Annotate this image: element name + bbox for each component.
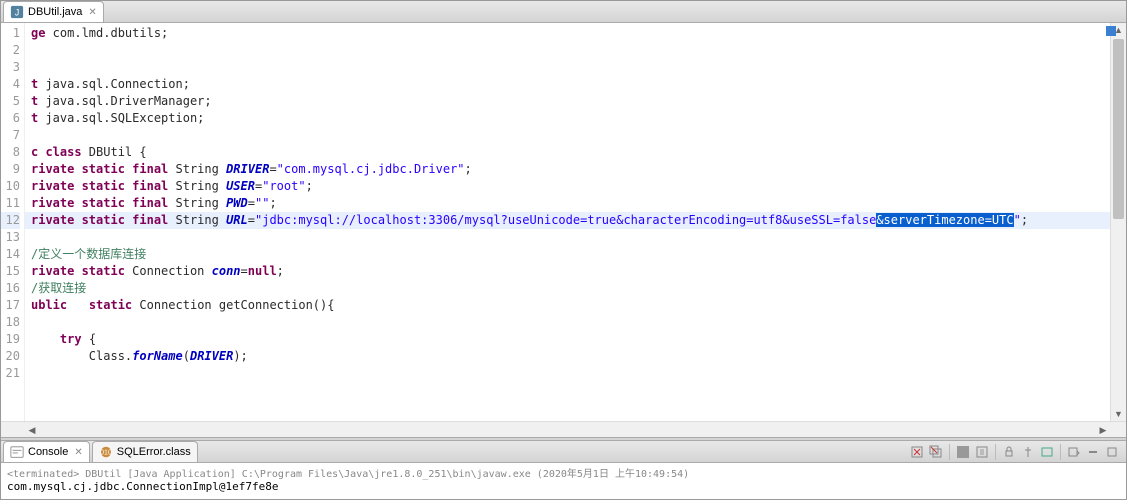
code-line[interactable] [25, 59, 1110, 76]
console-icon [10, 445, 24, 459]
editor-tab-bar: J DBUtil.java ✕ [1, 1, 1126, 23]
scroll-right-arrow[interactable]: ▶ [1096, 422, 1110, 437]
code-line[interactable]: c class DBUtil { [25, 144, 1110, 161]
console-tab-label: Console [28, 446, 68, 458]
code-line[interactable]: rivate static Connection conn=null; [25, 263, 1110, 280]
scroll-down-arrow[interactable]: ▼ [1111, 407, 1126, 421]
code-line[interactable]: rivate static final String URL="jdbc:mys… [25, 212, 1110, 229]
svg-text:010: 010 [100, 450, 112, 457]
remove-all-icon[interactable] [928, 444, 944, 460]
console-toolbar [909, 444, 1126, 460]
code-line[interactable] [25, 229, 1110, 246]
pin-console-icon[interactable] [1020, 444, 1036, 460]
vscroll-thumb[interactable] [1113, 39, 1124, 219]
console-status-line: <terminated> DBUtil [Java Application] C… [7, 465, 1120, 480]
svg-text:J: J [15, 8, 19, 18]
code-line[interactable]: t java.sql.DriverManager; [25, 93, 1110, 110]
scroll-lock-icon[interactable] [1001, 444, 1017, 460]
display-console-icon[interactable] [1039, 444, 1055, 460]
code-line[interactable]: rivate static final String USER="root"; [25, 178, 1110, 195]
java-file-icon: J [10, 5, 24, 19]
code-editor[interactable]: ge com.lmd.dbutils; t java.sql.Connectio… [25, 23, 1110, 421]
code-line[interactable] [25, 127, 1110, 144]
vertical-scrollbar[interactable]: ▲ ▼ [1110, 23, 1126, 421]
scroll-left-arrow[interactable]: ◀ [25, 422, 39, 437]
code-line[interactable] [25, 365, 1110, 382]
line-number-gutter: 123456789101112131415161718192021 [1, 23, 25, 421]
maximize-view-icon[interactable] [1104, 444, 1120, 460]
minimize-view-icon[interactable] [1085, 444, 1101, 460]
open-console-dropdown-icon[interactable] [1066, 444, 1082, 460]
console-tab[interactable]: Console ✕ [3, 441, 90, 462]
remove-launch-icon[interactable] [909, 444, 925, 460]
editor-tab-dbutil[interactable]: J DBUtil.java ✕ [3, 1, 104, 22]
code-line[interactable]: ublic static Connection getConnection(){ [25, 297, 1110, 314]
console-output-line: com.mysql.cj.jdbc.ConnectionImpl@1ef7fe8… [7, 480, 1120, 493]
sqlerror-tab-label: SQLError.class [117, 446, 191, 458]
ide-window: J DBUtil.java ✕ 123456789101112131415161… [0, 0, 1127, 500]
code-line[interactable]: Class.forName(DRIVER); [25, 348, 1110, 365]
close-console-icon[interactable]: ✕ [74, 447, 82, 458]
code-line[interactable]: t java.sql.SQLException; [25, 110, 1110, 127]
code-line[interactable]: rivate static final String DRIVER="com.m… [25, 161, 1110, 178]
clear-console-icon[interactable] [974, 444, 990, 460]
hscroll-container: ◀ ▶ [1, 421, 1126, 437]
code-line[interactable] [25, 42, 1110, 59]
class-file-icon: 010 [99, 445, 113, 459]
code-line[interactable]: /定义一个数据库连接 [25, 246, 1110, 263]
close-tab-icon[interactable]: ✕ [88, 7, 96, 18]
sqlerror-tab[interactable]: 010 SQLError.class [92, 441, 198, 462]
editor-area: 123456789101112131415161718192021 ge com… [1, 23, 1126, 421]
code-line[interactable]: ge com.lmd.dbutils; [25, 25, 1110, 42]
code-line[interactable]: /获取连接 [25, 280, 1110, 297]
terminate-icon[interactable] [955, 444, 971, 460]
console-body: <terminated> DBUtil [Java Application] C… [1, 463, 1126, 499]
code-line[interactable]: try { [25, 331, 1110, 348]
overview-ruler-mark [1106, 25, 1116, 39]
editor-tab-label: DBUtil.java [28, 6, 82, 18]
code-line[interactable]: rivate static final String PWD=""; [25, 195, 1110, 212]
horizontal-scrollbar[interactable]: ◀ ▶ [25, 422, 1110, 437]
bottom-tab-bar: Console ✕ 010 SQLError.class [1, 441, 1126, 463]
code-line[interactable] [25, 314, 1110, 331]
code-line[interactable]: t java.sql.Connection; [25, 76, 1110, 93]
